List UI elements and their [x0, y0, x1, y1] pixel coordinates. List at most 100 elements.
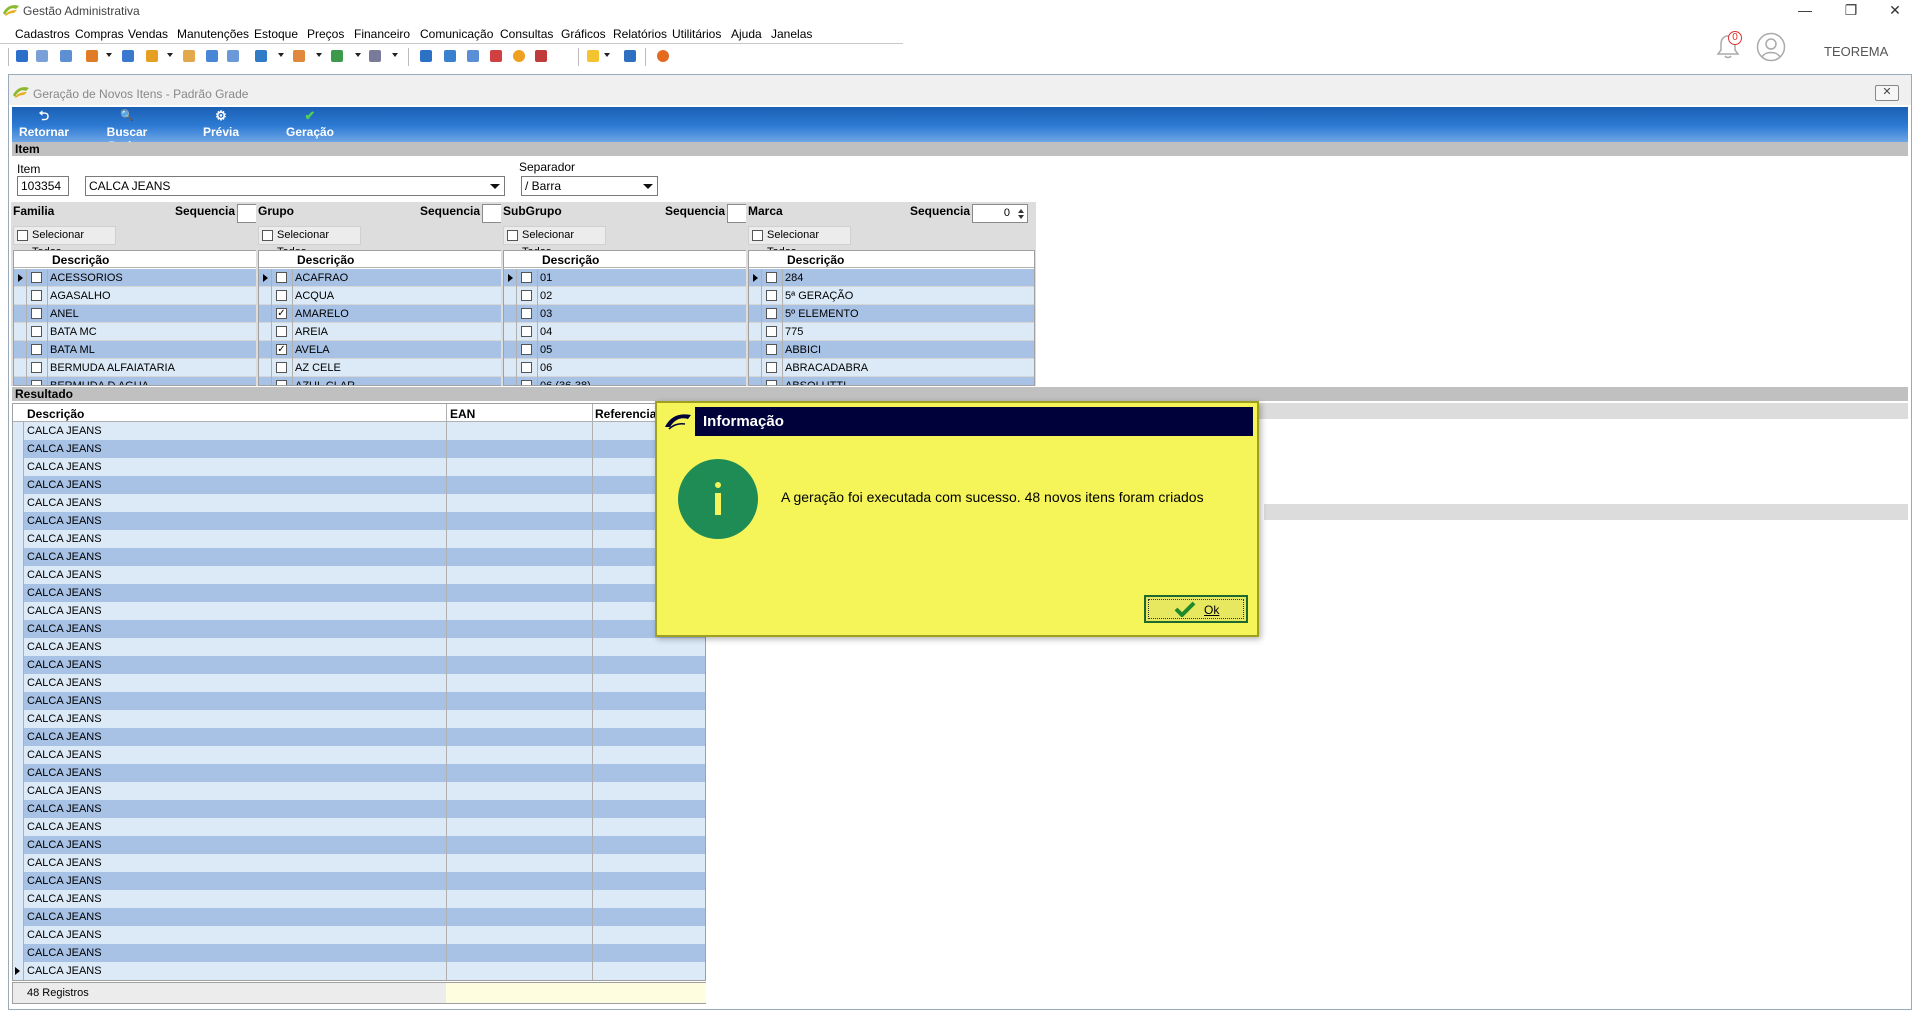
table-row[interactable]: CALCA JEANS	[13, 854, 705, 872]
dropdown-arrow-icon[interactable]	[106, 53, 112, 57]
row-checkbox[interactable]	[31, 308, 42, 319]
row-checkbox[interactable]	[521, 380, 532, 385]
minimize-button[interactable]: —	[1782, 0, 1828, 22]
menu-utilitarios[interactable]: Utilitários	[672, 27, 721, 41]
table-row[interactable]: CALCA JEANS	[13, 746, 705, 764]
filter-grid[interactable]: Descrição 284 5ª GERAÇÃO 5º ELEMENTO 775 ABBI…	[748, 250, 1035, 386]
sequence-spinner[interactable]: 0	[972, 204, 1028, 223]
row-checkbox[interactable]	[276, 272, 287, 283]
child-close-button[interactable]: ✕	[1875, 85, 1899, 101]
select-all-checkbox[interactable]: Selecionar Todos	[748, 226, 851, 258]
checkbox[interactable]	[752, 230, 763, 241]
row-checkbox[interactable]	[31, 290, 42, 301]
menu-janelas[interactable]: Janelas	[771, 27, 812, 41]
table-row[interactable]: CALCA JEANS	[13, 728, 705, 746]
report-icon[interactable]	[535, 50, 547, 62]
menu-consultas[interactable]: Consultas	[500, 27, 553, 41]
item-code-field[interactable]: 103354	[17, 176, 69, 196]
table-row[interactable]: CALCA JEANS	[13, 836, 705, 854]
col-ean[interactable]: EAN	[450, 407, 475, 421]
menu-financeiro[interactable]: Financeiro	[354, 27, 410, 41]
checkbox[interactable]	[17, 230, 28, 241]
user-avatar-button[interactable]	[1756, 32, 1786, 62]
menu-manutencoes[interactable]: Manutenções	[177, 27, 249, 41]
dropdown-arrow-icon[interactable]	[355, 53, 361, 57]
row-checkbox[interactable]	[31, 380, 42, 385]
table-row[interactable]: CALCA JEANS	[13, 656, 705, 674]
row-checkbox[interactable]	[766, 380, 777, 385]
row-checkbox[interactable]	[766, 362, 777, 373]
box-icon[interactable]	[293, 50, 305, 62]
table-row[interactable]: CALCA JEANS	[13, 548, 705, 566]
star-icon[interactable]	[587, 50, 599, 62]
table-row[interactable]: CALCA JEANS	[13, 620, 705, 638]
item-description-combo[interactable]: CALCA JEANS	[85, 176, 505, 196]
tree-icon[interactable]	[86, 50, 98, 62]
counter-icon[interactable]	[122, 50, 134, 62]
list-item[interactable]: 5º ELEMENTO	[749, 305, 1034, 323]
table-row[interactable]: CALCA JEANS	[13, 566, 705, 584]
select-all-checkbox[interactable]: Selecionar Todos	[503, 226, 606, 258]
row-checkbox[interactable]	[521, 308, 532, 319]
menu-vendas[interactable]: Vendas	[128, 27, 168, 41]
card-icon[interactable]	[227, 50, 239, 62]
menu-graficos[interactable]: Gráficos	[561, 27, 606, 41]
checkbox[interactable]	[262, 230, 273, 241]
row-checkbox[interactable]	[766, 290, 777, 301]
table-row[interactable]: CALCA JEANS	[13, 926, 705, 944]
dropdown-arrow-icon[interactable]	[604, 53, 610, 57]
menu-relatorios[interactable]: Relatórios	[613, 27, 667, 41]
table-row[interactable]: CALCA JEANS	[13, 944, 705, 962]
spin-down-icon[interactable]	[1018, 215, 1024, 219]
notification-bell-button[interactable]: 0	[1714, 30, 1742, 60]
row-checkbox[interactable]	[766, 308, 777, 319]
table-row[interactable]: CALCA JEANS	[13, 800, 705, 818]
row-checkbox[interactable]	[276, 290, 287, 301]
power-icon[interactable]	[657, 50, 669, 62]
restore-button[interactable]: ❐	[1828, 0, 1874, 22]
separator-combo[interactable]: / Barra	[521, 176, 658, 196]
row-checkbox[interactable]	[31, 326, 42, 337]
info-icon[interactable]	[624, 50, 636, 62]
select-all-checkbox[interactable]: Selecionar Todos	[258, 226, 361, 258]
list-item[interactable]: ABBICI	[749, 341, 1034, 359]
list-item[interactable]: 5ª GERAÇÃO	[749, 287, 1034, 305]
list-item[interactable]: 775	[749, 323, 1034, 341]
previa-button[interactable]: ⚙ Prévia	[199, 107, 243, 142]
table-row[interactable]: CALCA JEANS	[13, 602, 705, 620]
menu-precos[interactable]: Preços	[307, 27, 344, 41]
new-document-icon[interactable]	[16, 50, 28, 62]
table-row[interactable]: CALCA JEANS	[13, 692, 705, 710]
cart-icon[interactable]	[255, 50, 267, 62]
row-checkbox[interactable]	[766, 272, 777, 283]
buscar-dados-button[interactable]: 🔍 Buscar Dados	[87, 107, 167, 153]
menu-cadastros[interactable]: Cadastros	[15, 27, 70, 41]
table-row[interactable]: CALCA JEANS	[13, 872, 705, 890]
menu-comunicacao[interactable]: Comunicação	[420, 27, 493, 41]
row-checkbox[interactable]	[521, 326, 532, 337]
ok-button[interactable]: Ok	[1144, 595, 1248, 623]
row-checkbox[interactable]	[31, 344, 42, 355]
retornar-button[interactable]: ⮌ Retornar	[17, 107, 71, 142]
list-icon[interactable]	[60, 50, 72, 62]
table-row[interactable]: CALCA JEANS	[13, 638, 705, 656]
spin-up-icon[interactable]	[1018, 209, 1024, 213]
row-checkbox[interactable]	[31, 362, 42, 373]
select-all-checkbox[interactable]: Selecionar Todos	[13, 226, 116, 258]
geracao-button[interactable]: ✔ Geração	[284, 107, 336, 142]
dropdown-arrow-icon[interactable]	[316, 53, 322, 57]
list-item[interactable]: 284	[749, 269, 1034, 287]
row-checkbox[interactable]	[31, 272, 42, 283]
table-row[interactable]: CALCA JEANS	[13, 530, 705, 548]
document-icon[interactable]	[206, 50, 218, 62]
table-row[interactable]: CALCA JEANS	[13, 494, 705, 512]
users-icon[interactable]	[36, 50, 48, 62]
row-checkbox[interactable]	[521, 290, 532, 301]
checkbox[interactable]	[507, 230, 518, 241]
calculator-icon[interactable]	[444, 50, 456, 62]
result-grid[interactable]: Descrição EAN Referencia CALCA JEANS CALC…	[12, 403, 706, 981]
row-checkbox[interactable]	[521, 272, 532, 283]
close-window-button[interactable]: ✕	[1872, 0, 1918, 22]
row-checkbox[interactable]	[276, 380, 287, 385]
col-descricao[interactable]: Descrição	[27, 407, 84, 421]
